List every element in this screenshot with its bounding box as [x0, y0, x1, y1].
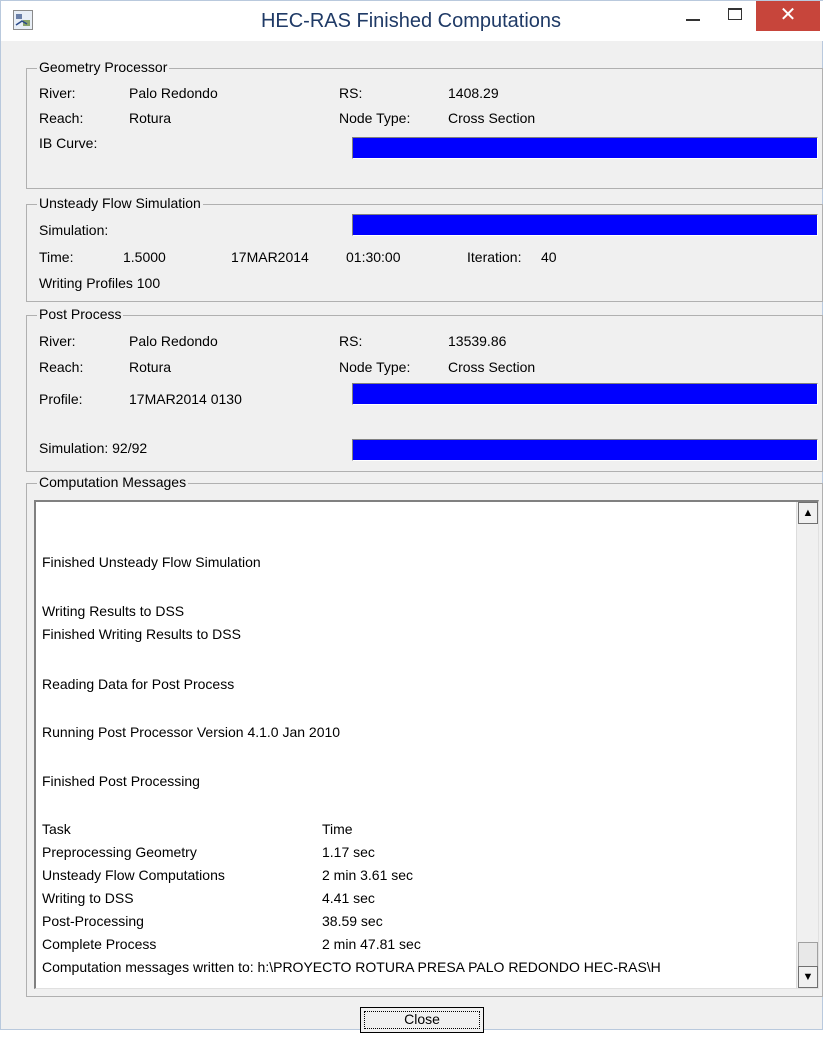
time-value: 1.5000	[123, 249, 166, 265]
message-line: Finished Post Processing	[42, 773, 200, 789]
timing-row: Writing to DSS 4.41 sec	[42, 890, 375, 906]
ib-curve-progress-bar	[352, 137, 818, 159]
post-nodetype-value: Cross Section	[448, 359, 536, 375]
geometry-processor-group: Geometry Processor River: Palo Redondo R…	[26, 59, 823, 189]
close-icon: ✕	[779, 4, 797, 26]
post-reach-label: Reach:	[39, 359, 84, 375]
timing-time: 38.59 sec	[322, 913, 383, 929]
post-reach-value: Rotura	[129, 359, 172, 375]
message-line: Running Post Processor Version 4.1.0 Jan…	[42, 724, 341, 740]
unsteady-flow-group: Unsteady Flow Simulation Simulation: Tim…	[26, 195, 823, 302]
timing-row: Unsteady Flow Computations 2 min 3.61 se…	[42, 867, 413, 883]
geometry-river-label: River:	[39, 85, 76, 101]
message-line: Reading Data for Post Process	[42, 676, 235, 692]
minimize-icon	[686, 19, 700, 21]
scroll-down-button[interactable]: ▼	[798, 966, 818, 988]
post-process-group: Post Process River: Palo Redondo RS: 135…	[26, 306, 823, 472]
geometry-rs-value: 1408.29	[448, 85, 499, 101]
messages-vertical-scrollbar[interactable]: ▲ ▼	[796, 502, 818, 988]
geometry-nodetype-label: Node Type:	[339, 110, 411, 126]
timing-task: Post-Processing	[42, 913, 144, 929]
post-process-legend: Post Process	[37, 306, 124, 322]
computation-messages-legend: Computation Messages	[37, 474, 189, 490]
clock-value: 01:30:00	[346, 249, 401, 265]
scroll-up-button[interactable]: ▲	[798, 502, 818, 524]
geometry-processor-legend: Geometry Processor	[37, 59, 170, 75]
window-title: HEC-RAS Finished Computations	[260, 10, 562, 32]
timing-row: Post-Processing 38.59 sec	[42, 913, 383, 929]
timing-task: Preprocessing Geometry	[42, 844, 197, 860]
message-line: Finished Unsteady Flow Simulation	[42, 554, 261, 570]
timing-task: Task	[42, 821, 71, 837]
finished-computations-window: HEC-RAS Finished Computations ✕ Geometry…	[0, 0, 824, 1033]
post-simulation-progress-bar	[352, 439, 818, 461]
minimize-button[interactable]	[677, 1, 711, 31]
geometry-nodetype-value: Cross Section	[448, 110, 536, 126]
time-label: Time:	[39, 249, 74, 265]
profile-value: 17MAR2014 0130	[129, 391, 242, 407]
date-value: 17MAR2014	[231, 249, 309, 265]
post-nodetype-label: Node Type:	[339, 359, 411, 375]
maximize-button[interactable]	[719, 1, 753, 31]
post-rs-label: RS:	[339, 333, 363, 349]
simulation-label: Simulation:	[39, 222, 109, 238]
post-rs-value: 13539.86	[448, 333, 507, 349]
scroll-up-arrow-icon: ▲	[802, 507, 814, 519]
post-river-value: Palo Redondo	[129, 333, 218, 349]
geometry-reach-label: Reach:	[39, 110, 84, 126]
timing-row: Task Time	[42, 821, 353, 837]
geometry-reach-value: Rotura	[129, 110, 172, 126]
timing-time: 2 min 3.61 sec	[322, 867, 414, 883]
computation-messages-list[interactable]: Finished Unsteady Flow Simulation Writin…	[34, 500, 819, 989]
close-button-label: Close	[404, 1011, 440, 1027]
geometry-rs-label: RS:	[339, 85, 363, 101]
profile-label: Profile:	[39, 391, 83, 407]
post-river-label: River:	[39, 333, 76, 349]
timing-time: 1.17 sec	[322, 844, 375, 860]
timing-time: 2 min 47.81 sec	[322, 936, 421, 952]
timing-task: Writing to DSS	[42, 890, 134, 906]
ib-curve-label: IB Curve:	[39, 135, 98, 151]
timing-task: Complete Process	[42, 936, 157, 952]
close-window-button[interactable]: ✕	[756, 1, 820, 31]
timing-time: Time	[322, 821, 353, 837]
message-line: Finished Writing Results to DSS	[42, 626, 241, 642]
profile-progress-bar	[352, 383, 818, 405]
iteration-label: Iteration:	[467, 249, 522, 265]
scroll-thumb[interactable]	[798, 942, 818, 968]
simulation-progress-bar	[352, 214, 818, 236]
timing-row: Complete Process 2 min 47.81 sec	[42, 936, 421, 952]
close-button[interactable]: Close	[360, 1007, 484, 1033]
iteration-value: 40	[541, 249, 557, 265]
timing-task: Unsteady Flow Computations	[42, 867, 225, 883]
title-bar[interactable]: HEC-RAS Finished Computations ✕	[1, 1, 824, 41]
geometry-river-value: Palo Redondo	[129, 85, 218, 101]
unsteady-flow-legend: Unsteady Flow Simulation	[37, 195, 203, 211]
message-line-output-path: Computation messages written to: h:\PROY…	[42, 959, 661, 975]
maximize-icon	[728, 8, 742, 20]
post-simulation-label: Simulation: 92/92	[39, 440, 148, 456]
timing-row: Preprocessing Geometry 1.17 sec	[42, 844, 375, 860]
message-line: Writing Results to DSS	[42, 603, 185, 619]
scroll-down-arrow-icon: ▼	[802, 971, 814, 983]
timing-time: 4.41 sec	[322, 890, 375, 906]
writing-profiles-text: Writing Profiles 100	[39, 275, 161, 291]
